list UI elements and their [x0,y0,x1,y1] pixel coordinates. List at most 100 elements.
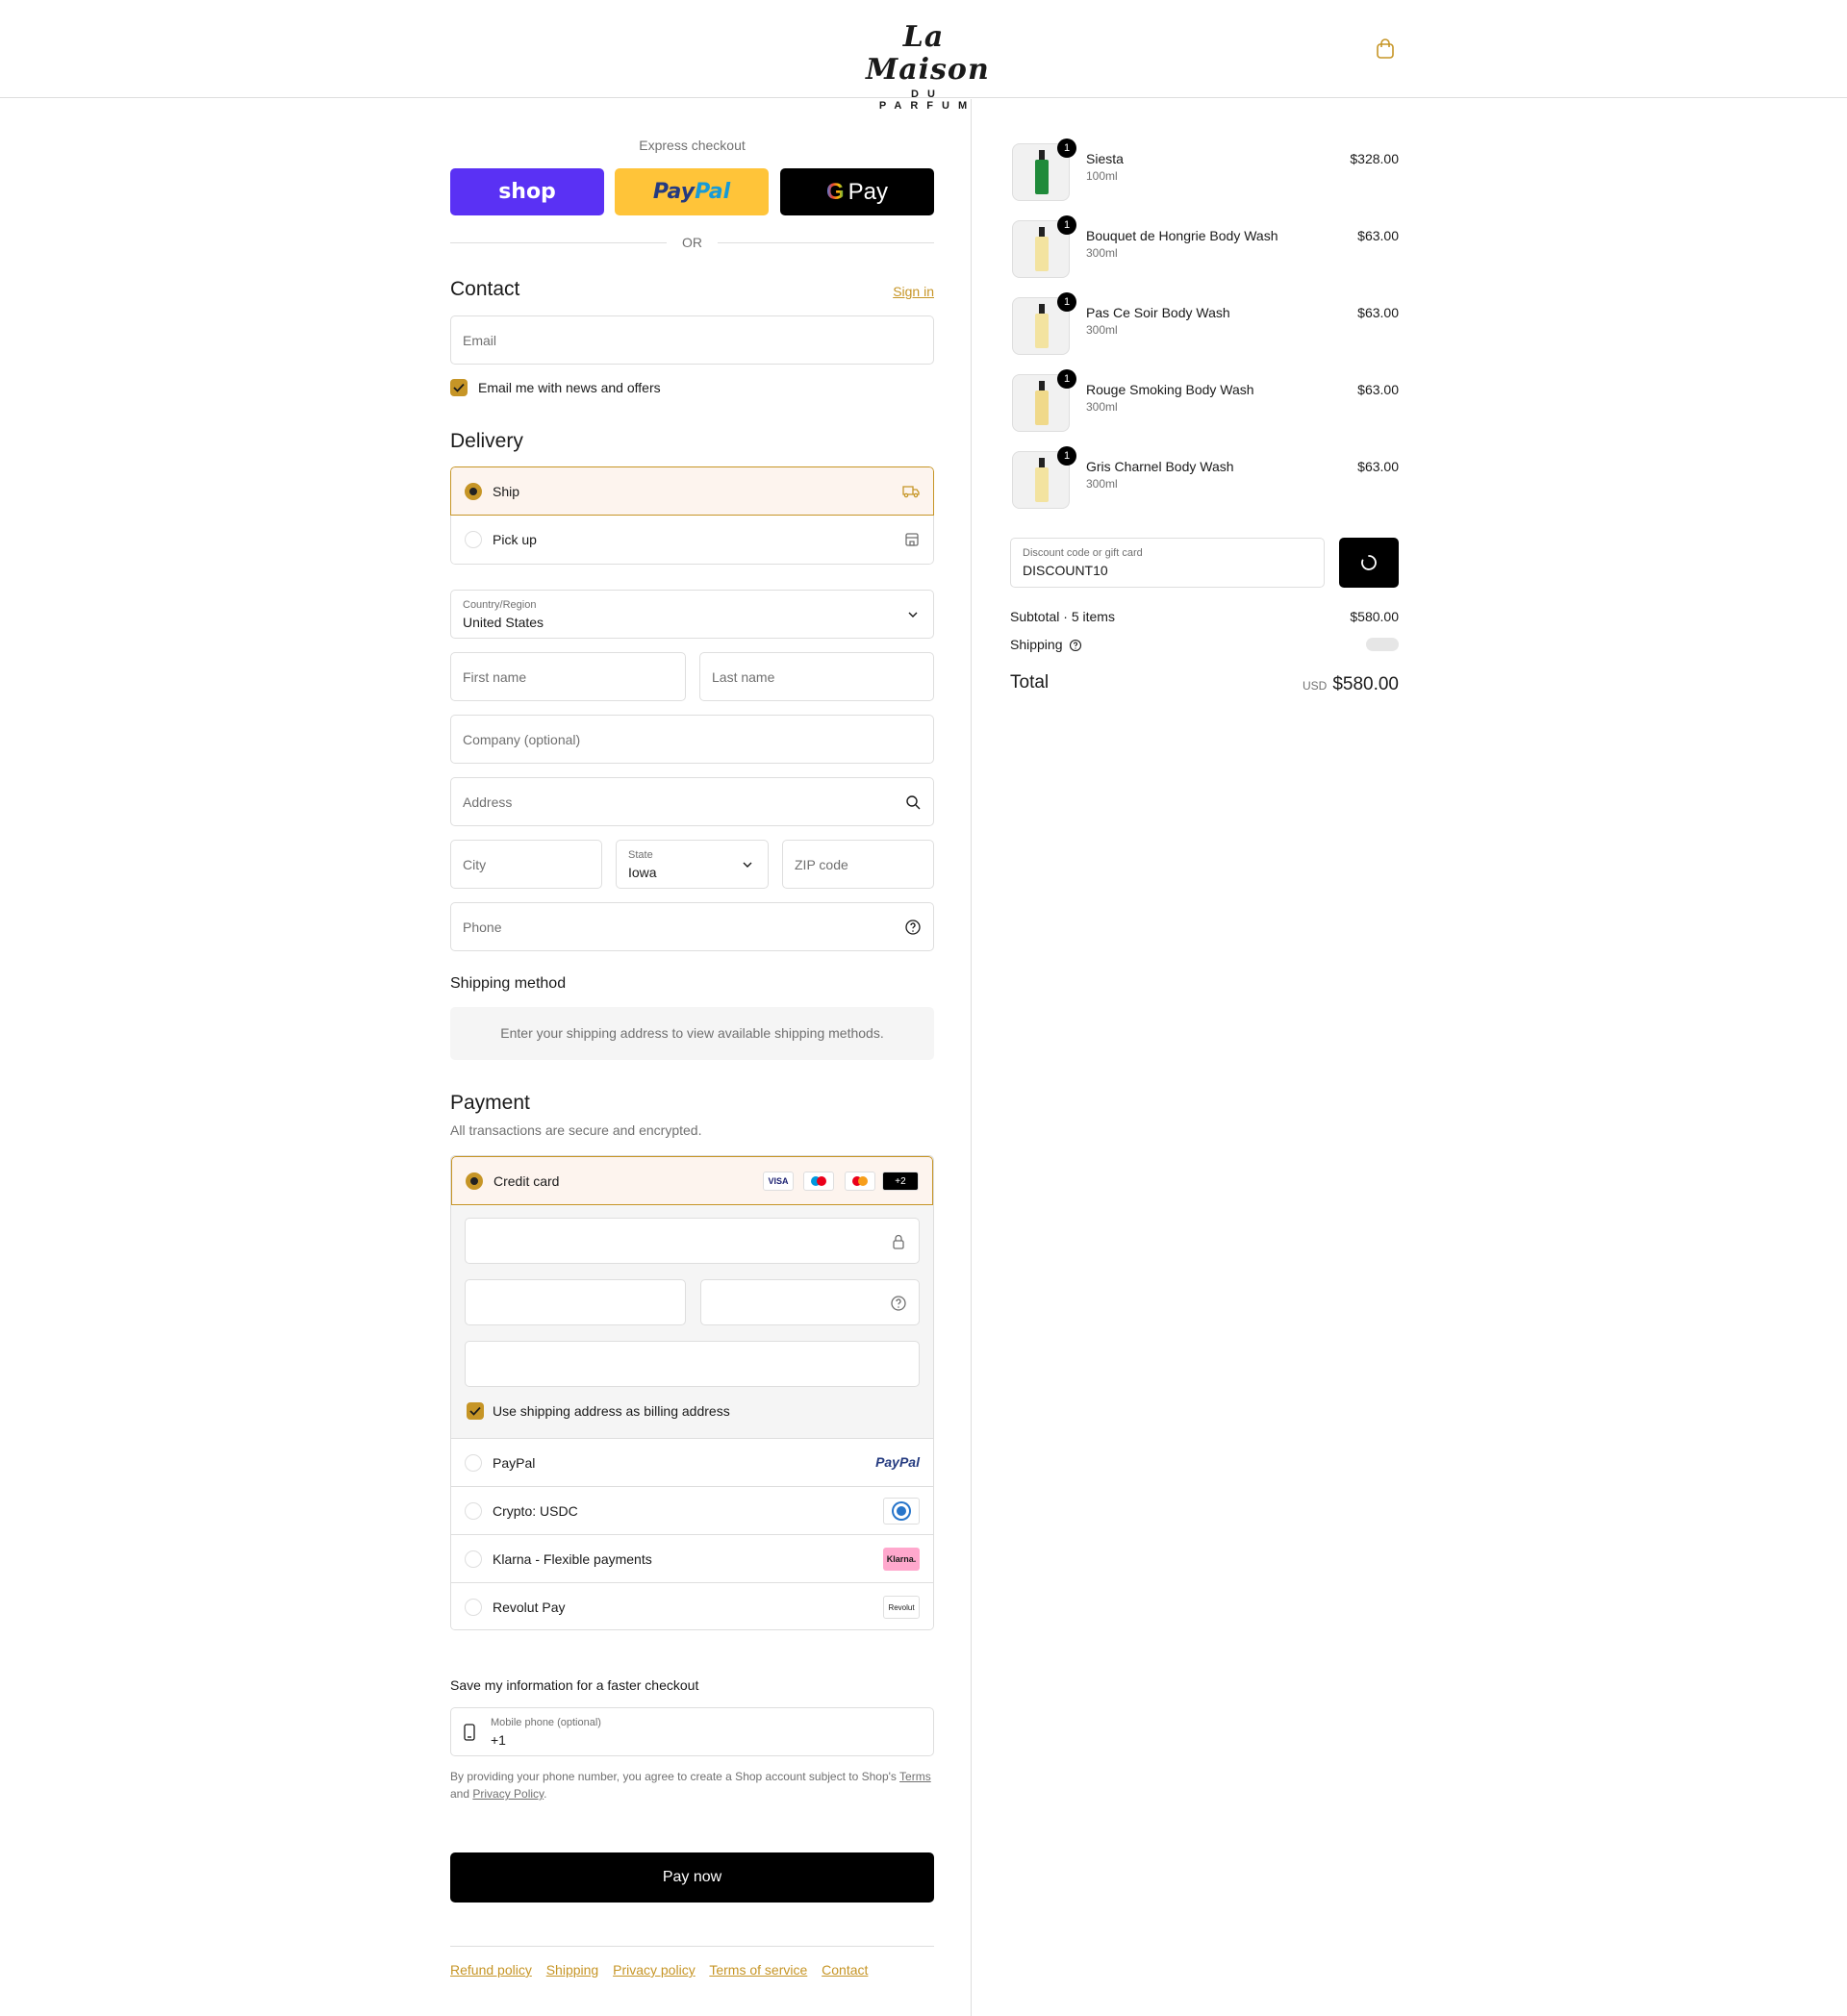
pickup-label: Pick up [493,532,537,547]
shipping-label: Shipping [1010,637,1063,652]
first-name-field[interactable]: First name [450,652,686,701]
shopping-bag-icon[interactable] [1376,38,1395,60]
or-divider: OR [450,233,934,252]
zip-placeholder: ZIP code [795,857,848,872]
total-value: $580.00 [1332,674,1399,694]
payment-option-klarna[interactable]: Klarna - Flexible payments Klarna. [451,1535,933,1583]
shop-pay-button[interactable]: shop [450,168,604,215]
subtotal-row: Subtotal · 5 items $580.00 [1010,609,1399,624]
pickup-radio[interactable] [465,531,482,548]
quantity-badge: 1 [1057,369,1076,389]
product-size: 100ml [1086,169,1118,183]
news-checkbox[interactable] [450,379,468,396]
store-icon [905,533,919,546]
express-checkout-label: Express checkout [639,138,746,153]
delivery-options: Ship Pick up [450,466,934,565]
klarna-radio[interactable] [465,1550,482,1568]
city-placeholder: City [463,857,487,872]
lock-icon [893,1234,904,1249]
subtotal-label: Subtotal · 5 items [1010,609,1115,624]
line-item: 1 Gris Charnel Body Wash 300ml $63.00 [1010,445,1399,509]
search-icon [906,795,921,810]
quantity-badge: 1 [1057,292,1076,312]
footer-link-privacy[interactable]: Privacy policy [613,1962,696,1978]
footer-links: Refund policy Shipping Privacy policy Te… [450,1946,934,1978]
bottle-body [1035,237,1049,271]
product-name: Siesta [1086,151,1124,166]
delivery-title: Delivery [450,430,523,452]
product-name: Gris Charnel Body Wash [1086,459,1234,474]
card-name-field[interactable] [465,1341,920,1387]
mastercard-icon [845,1172,875,1191]
paypal-logo: PayPal [875,1454,920,1470]
product-name: Pas Ce Soir Body Wash [1086,305,1230,320]
product-price: $63.00 [1357,228,1399,243]
billing-checkbox-label: Use shipping address as billing address [493,1403,730,1419]
delivery-option-ship[interactable]: Ship [450,466,934,516]
crypto-radio[interactable] [465,1502,482,1520]
city-field[interactable]: City [450,840,602,889]
privacy-policy-link[interactable]: Privacy Policy [472,1787,544,1801]
footer-link-contact[interactable]: Contact [822,1962,868,1978]
mobile-phone-field[interactable]: Mobile phone (optional) +1 [450,1707,934,1756]
klarna-logo: Klarna. [883,1548,920,1571]
news-checkbox-label: Email me with news and offers [478,380,661,395]
phone-placeholder: Phone [463,920,502,935]
delivery-option-pickup[interactable]: Pick up [450,516,934,565]
country-select[interactable]: Country/Region United States [450,590,934,639]
ship-radio[interactable] [465,483,482,500]
fine-print-3: . [544,1787,547,1801]
revolut-label: Revolut Pay [493,1600,566,1615]
shipping-method-title: Shipping method [450,975,567,992]
paypal-button[interactable]: Pay Pal [615,168,769,215]
phone-field[interactable]: Phone [450,902,934,951]
truck-icon [902,486,920,498]
shipping-row: Shipping [1010,636,1399,652]
help-circle-icon[interactable] [890,1295,907,1312]
product-price: $63.00 [1357,305,1399,320]
line-item: 1 Siesta 100ml $328.00 [1010,138,1399,201]
credit-card-radio[interactable] [466,1172,483,1190]
quantity-badge: 1 [1057,446,1076,466]
company-placeholder: Company (optional) [463,732,581,747]
discount-field[interactable]: Discount code or gift card DISCOUNT10 [1010,538,1325,588]
quantity-badge: 1 [1057,215,1076,235]
revolut-radio[interactable] [465,1599,482,1616]
quantity-badge: 1 [1057,139,1076,158]
payment-option-credit-card[interactable]: Credit card VISA +2 [451,1156,933,1205]
email-field[interactable]: Email [450,315,934,365]
payment-option-crypto[interactable]: Crypto: USDC [451,1487,933,1535]
paypal-radio[interactable] [465,1454,482,1472]
store-logo[interactable]: La Maison DU PARFUM [866,21,989,113]
zip-field[interactable]: ZIP code [782,840,934,889]
state-select[interactable]: State Iowa [616,840,769,889]
or-label: OR [682,235,702,250]
pay-now-button[interactable]: Pay now [450,1852,934,1903]
apply-discount-button[interactable] [1339,538,1399,588]
payment-option-revolut[interactable]: Revolut Pay Revolut [451,1583,933,1629]
company-field[interactable]: Company (optional) [450,715,934,764]
usdc-icon [883,1498,920,1525]
card-number-field[interactable] [465,1218,920,1264]
chevron-down-icon [743,862,752,868]
address-field[interactable]: Address [450,777,934,826]
terms-link[interactable]: Terms [899,1770,931,1783]
sign-in-link[interactable]: Sign in [893,284,934,299]
mobile-phone-value: +1 [491,1732,506,1748]
address-placeholder: Address [463,794,513,810]
country-value: United States [463,615,544,630]
last-name-field[interactable]: Last name [699,652,934,701]
payment-subtitle: All transactions are secure and encrypte… [450,1122,702,1138]
footer-link-refund[interactable]: Refund policy [450,1962,532,1978]
footer-link-shipping[interactable]: Shipping [546,1962,599,1978]
google-pay-button[interactable]: G Pay [780,168,934,215]
card-expiry-field[interactable] [465,1279,686,1325]
footer-link-terms[interactable]: Terms of service [709,1962,807,1978]
help-circle-icon[interactable] [904,919,922,936]
revolut-logo: Revolut [883,1596,920,1619]
billing-checkbox[interactable] [467,1402,484,1420]
help-circle-icon[interactable] [1069,639,1082,652]
payment-option-paypal[interactable]: PayPal PayPal [451,1439,933,1487]
bottle-body [1035,160,1049,194]
card-cvv-field[interactable] [700,1279,920,1325]
